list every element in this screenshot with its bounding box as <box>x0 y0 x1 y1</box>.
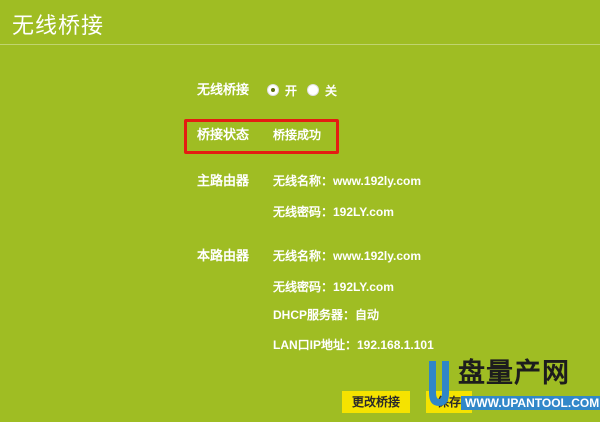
local-router-ssid-row: 本路由器 无线名称：www.192ly.com <box>0 245 600 267</box>
main-router-ssid-row: 主路由器 无线名称：www.192ly.com <box>0 170 600 192</box>
local-router-label: 本路由器 <box>197 248 250 263</box>
main-router-password-row: 无线密码：192LY.com <box>0 201 600 223</box>
radio-unselected-icon[interactable] <box>307 84 320 96</box>
title-divider <box>0 44 600 45</box>
main-router-label: 主路由器 <box>197 173 250 188</box>
bridge-option-on-label: 开 <box>285 83 298 98</box>
local-router-dhcp-row: DHCP服务器：自动 <box>0 304 600 326</box>
local-router-password-row: 无线密码：192LY.com <box>0 276 600 298</box>
local-router-password: 无线密码：192LY.com <box>273 280 394 294</box>
bridge-radio-group: 开 关 <box>267 79 337 101</box>
watermark-text: 盘量产网 <box>458 358 570 388</box>
local-router-ssid: 无线名称：www.192ly.com <box>273 249 422 263</box>
status-row: 桥接状态 桥接成功 <box>0 124 600 146</box>
local-router-lan-ip: LAN口IP地址：192.168.1.101 <box>273 338 434 352</box>
bridge-option-off[interactable]: 关 <box>307 82 337 99</box>
save-button[interactable]: 保存 <box>426 391 472 413</box>
main-router-ssid: 无线名称：www.192ly.com <box>273 174 422 188</box>
local-router-lan-ip-row: LAN口IP地址：192.168.1.101 <box>0 334 600 356</box>
status-value: 桥接成功 <box>273 128 322 142</box>
radio-selected-icon[interactable] <box>267 84 279 96</box>
modify-bridge-button[interactable]: 更改桥接 <box>342 391 410 413</box>
bridge-label: 无线桥接 <box>197 82 250 97</box>
bridge-option-off-label: 关 <box>325 83 338 98</box>
watermark-url: WWW.UPANTOOL.COM <box>461 396 600 410</box>
status-label: 桥接状态 <box>197 127 250 142</box>
bridge-row: 无线桥接 开 关 <box>0 79 600 101</box>
page-title: 无线桥接 <box>12 13 105 38</box>
bridge-option-on[interactable]: 开 <box>267 82 297 99</box>
main-router-password: 无线密码：192LY.com <box>273 205 394 219</box>
local-router-dhcp: DHCP服务器：自动 <box>273 308 380 322</box>
